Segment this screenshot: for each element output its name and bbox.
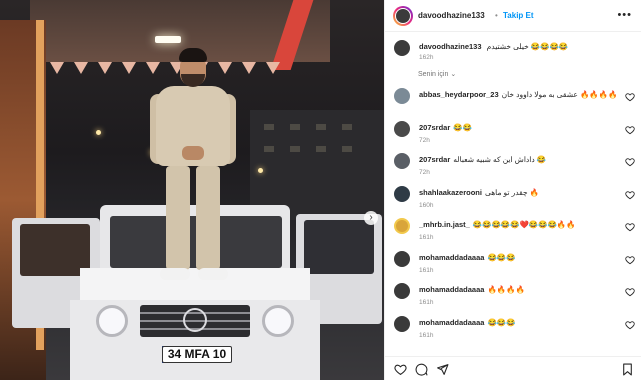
comment-sort-dropdown[interactable]: Senin için ⌄ <box>418 70 456 78</box>
more-options-icon[interactable]: ••• <box>617 9 632 21</box>
like-comment-heart-icon[interactable] <box>625 255 635 265</box>
commenter-avatar[interactable] <box>394 283 410 299</box>
caption-username[interactable]: davoodhazine133 <box>419 42 482 51</box>
commenter-username[interactable]: 207srdar <box>419 123 450 132</box>
post-header: davoodhazine133 • Takip Et ••• <box>385 0 641 32</box>
background-building <box>250 110 384 220</box>
license-plate: 34 MFA 10 <box>162 346 232 363</box>
right-headlight <box>262 305 294 337</box>
suv-right-window <box>304 220 374 274</box>
comment-time: 161h <box>419 331 434 339</box>
like-comment-heart-icon[interactable] <box>625 287 635 297</box>
sort-label: Senin için <box>418 71 449 78</box>
comment-text: داداش این که شبیه شعباله 😂 <box>453 155 547 164</box>
post-action-bar <box>385 356 641 380</box>
comment-row: abbas_heydarpoor_23 عشقی به مولا داوود خا… <box>385 88 641 120</box>
comment-row: 207srdar 😂😂 72h <box>385 120 641 153</box>
comment-time: 161h <box>419 299 434 306</box>
comments-panel: davoodhazine133 • Takip Et ••• davoodhaz… <box>384 0 641 380</box>
comment-row: mohamaddadaaaa 😂😂😂 161h <box>385 315 641 348</box>
like-comment-heart-icon[interactable] <box>625 125 635 135</box>
author-avatar[interactable] <box>395 8 411 24</box>
post-photo[interactable]: 34 MFA 10 › <box>0 0 384 380</box>
comment-line: abbas_heydarpoor_23 عشقی به مولا داوود خا… <box>419 90 619 99</box>
comment-time: 72h <box>419 136 430 144</box>
comment-time: 161h <box>419 234 434 241</box>
like-comment-heart-icon[interactable] <box>625 190 635 200</box>
comment-text: 😂😂 <box>453 122 472 132</box>
author-username[interactable]: davoodhazine133 <box>418 11 485 20</box>
canopy-light <box>155 36 181 43</box>
comment-line: 207srdar داداش این که شبیه شعباله 😂 <box>419 155 619 164</box>
like-comment-heart-icon[interactable] <box>625 92 635 102</box>
comment-text: 🔥🔥🔥🔥 <box>487 285 525 294</box>
caption-avatar[interactable] <box>394 40 410 56</box>
commenter-avatar[interactable] <box>394 88 410 104</box>
caption-text: خیلی خشتیدم 😂😂😂😂 <box>486 42 569 51</box>
heart-icon[interactable] <box>394 363 407 376</box>
commenter-username[interactable]: abbas_heydarpoor_23 <box>419 90 499 99</box>
commenter-avatar[interactable] <box>394 315 410 332</box>
commenter-avatar[interactable] <box>394 120 410 137</box>
comment-text: چقدر تو ماهی 🔥 <box>484 187 540 197</box>
commenter-avatar[interactable] <box>394 250 410 267</box>
commenter-username[interactable]: 207srdar <box>419 155 450 164</box>
follow-button[interactable]: Takip Et <box>503 11 534 20</box>
street-lamp <box>258 168 263 173</box>
caption-time: 162h <box>419 54 434 61</box>
comment-text: عشقی به مولا داوود خان 🔥🔥🔥🔥 <box>501 90 618 99</box>
commenter-avatar[interactable] <box>394 153 410 169</box>
comment-row: 207srdar داداش این که شبیه شعباله 😂 72h <box>385 153 641 185</box>
carousel-next-button[interactable]: › <box>364 211 378 225</box>
comment-line: mohamaddadaaaa 🔥🔥🔥🔥 <box>419 285 619 294</box>
like-comment-heart-icon[interactable] <box>625 157 635 167</box>
commenter-username[interactable]: mohamaddadaaaa <box>419 253 484 262</box>
comment-line: _mhrb.in.jast_ 😂😂😂😂😂❤️😂😂😂🔥🔥 <box>419 220 619 229</box>
comment-text: 😂😂😂😂😂❤️😂😂😂🔥🔥 <box>472 220 576 229</box>
comment-row: mohamaddadaaaa 😂😂😂 161h <box>385 250 641 283</box>
comment-icon[interactable] <box>415 363 428 376</box>
comment-line: shahlaakazerooni چقدر تو ماهی 🔥 <box>419 188 619 197</box>
comment-text: 😂😂😂 <box>487 317 516 327</box>
post-caption: davoodhazine133 خیلی خشتیدم 😂😂😂😂 162h <box>385 32 641 68</box>
chevron-down-icon: ⌄ <box>450 71 457 78</box>
like-comment-heart-icon[interactable] <box>625 320 635 330</box>
left-headlight <box>96 305 128 337</box>
comment-line: 207srdar 😂😂 <box>419 123 619 132</box>
commenter-avatar[interactable] <box>394 218 410 234</box>
comment-time: 161h <box>419 266 434 274</box>
commenter-username[interactable]: shahlaakazerooni <box>419 188 482 197</box>
share-icon[interactable] <box>436 363 449 376</box>
bookmark-icon[interactable] <box>621 363 634 376</box>
comment-row: _mhrb.in.jast_ 😂😂😂😂😂❤️😂😂😂🔥🔥 161h <box>385 218 641 250</box>
comment-row: mohamaddadaaaa 🔥🔥🔥🔥 161h <box>385 283 641 315</box>
person-standing <box>148 48 238 288</box>
separator-dot: • <box>495 11 498 20</box>
comment-time: 160h <box>419 201 434 209</box>
street-lamp <box>96 130 101 135</box>
comment-line: mohamaddadaaaa 😂😂😂 <box>419 318 619 327</box>
mercedes-star-logo <box>183 308 207 332</box>
comment-time: 72h <box>419 169 430 176</box>
commenter-username[interactable]: mohamaddadaaaa <box>419 285 484 294</box>
commenter-username[interactable]: mohamaddadaaaa <box>419 318 484 327</box>
commenter-username[interactable]: _mhrb.in.jast_ <box>419 220 470 229</box>
comment-line: mohamaddadaaaa 😂😂😂 <box>419 253 619 262</box>
like-comment-heart-icon[interactable] <box>625 222 635 232</box>
comment-text: 😂😂😂 <box>487 252 516 262</box>
comment-row: shahlaakazerooni چقدر تو ماهی 🔥 160h <box>385 185 641 218</box>
commenter-avatar[interactable] <box>394 185 410 202</box>
